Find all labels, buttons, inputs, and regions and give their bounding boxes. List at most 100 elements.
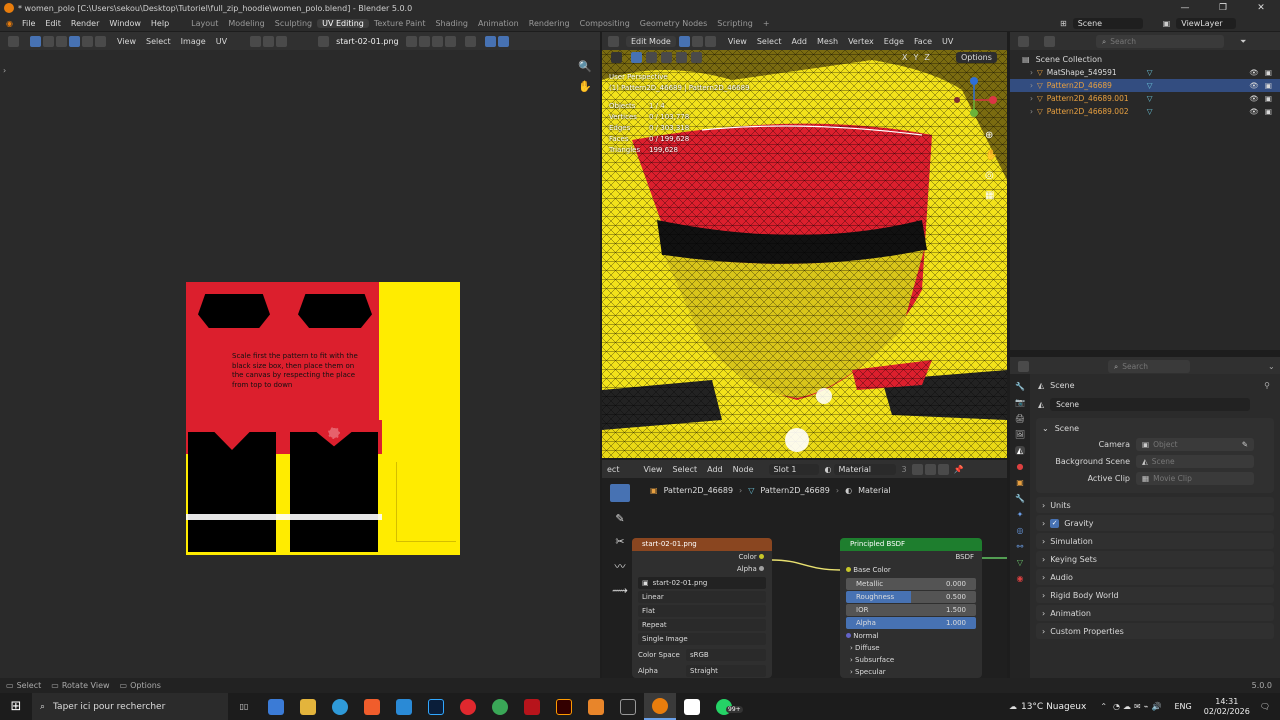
panel-checkbox[interactable]: ✓ [1050, 518, 1060, 528]
image-datablock[interactable]: ▣ start-02-01.png [638, 577, 766, 589]
hand-pan-icon[interactable]: ✋ [578, 80, 592, 93]
outliner-item-3[interactable]: › ▽ Pattern2D_46689.002 ▽ 👁 ▣ [1010, 105, 1280, 118]
tab-modeling[interactable]: Modeling [223, 19, 269, 28]
blender-taskbar-icon[interactable] [644, 693, 676, 720]
principled-bsdf-node[interactable]: Principled BSDF BSDF Base Color Metallic… [840, 538, 982, 678]
active-clip-field[interactable]: ▦ Movie Clip [1136, 472, 1254, 485]
task-view-icon[interactable]: ▯▯ [228, 693, 260, 720]
material-name-field[interactable]: Material [833, 464, 896, 475]
sync-selection-icon[interactable] [30, 36, 41, 47]
material-unlink-icon[interactable] [937, 464, 949, 475]
visibility-eye-icon[interactable]: 👁 [1249, 68, 1259, 77]
render-tab-icon[interactable]: 📷 [1015, 398, 1025, 407]
image-texture-node[interactable]: start-02-01.png Color Alpha ▣ start-02-01… [632, 538, 772, 678]
projection-dropdown[interactable]: Flat [638, 605, 766, 617]
opera-icon[interactable] [452, 693, 484, 720]
windows-start-button[interactable]: ⊞ [0, 693, 32, 720]
uv-image-name[interactable]: start-02-01.png [330, 37, 405, 46]
viewport-zoom-icon[interactable]: ⊕ [985, 130, 993, 141]
tab-sculpting[interactable]: Sculpting [270, 19, 317, 28]
vp-menu-add[interactable]: Add [787, 37, 813, 46]
menu-help[interactable]: Help [146, 19, 174, 28]
properties-search[interactable]: ⌕ Search [1108, 360, 1190, 373]
edge-mode-icon[interactable] [691, 36, 703, 47]
uv-menu-uv[interactable]: UV [211, 37, 232, 46]
overlay-icon[interactable] [497, 36, 509, 47]
panel-custom-properties[interactable]: › ✓ Custom Properties [1036, 623, 1274, 639]
vp-menu-mesh[interactable]: Mesh [812, 37, 843, 46]
alpha-socket-icon[interactable] [759, 566, 764, 571]
filezilla-icon[interactable] [516, 693, 548, 720]
outliner-editor-type-icon[interactable] [1018, 36, 1029, 47]
zoom-icon[interactable]: 🔍 [578, 60, 592, 73]
island-select-icon[interactable] [82, 36, 93, 47]
particles-tab-icon[interactable]: ✦ [1017, 510, 1024, 519]
alpha-mode-dropdown[interactable]: Straight [686, 665, 766, 677]
material-sphere-icon[interactable]: ◐ [825, 465, 832, 474]
2d-cursor-icon[interactable] [328, 427, 340, 439]
tab-uv-editing[interactable]: UV Editing [317, 19, 369, 28]
pivot-icon[interactable] [250, 36, 262, 47]
select-invert-icon[interactable] [676, 52, 687, 63]
panel-rigid-body-world[interactable]: › ✓ Rigid Body World [1036, 587, 1274, 603]
annotate-tool-icon[interactable]: ✎ [615, 512, 624, 525]
visibility-eye-icon[interactable]: 👁 [1249, 107, 1259, 116]
open-image-icon[interactable] [431, 36, 443, 47]
render-camera-icon[interactable]: ▣ [1265, 81, 1272, 90]
blender-menu-icon[interactable]: ◉ [6, 19, 13, 28]
camera-view-icon[interactable]: ◎ [985, 170, 994, 181]
node-menu-select[interactable]: Select [667, 465, 702, 474]
node-menu-node[interactable]: Node [728, 465, 759, 474]
axis-x-toggle[interactable]: X [902, 53, 907, 62]
options-dropdown[interactable]: Options [956, 52, 997, 63]
maximize-button[interactable]: ❐ [1204, 0, 1242, 16]
tab-compositing[interactable]: Compositing [575, 19, 635, 28]
render-camera-icon[interactable]: ▣ [1265, 94, 1272, 103]
uv-menu-image[interactable]: Image [176, 37, 211, 46]
notifications-icon[interactable]: 🗨 [1260, 702, 1270, 711]
scene-collection-row[interactable]: ▤ Scene Collection [1010, 52, 1280, 66]
uv-menu-select[interactable]: Select [141, 37, 176, 46]
metallic-slider[interactable]: Metallic 0.000 [846, 578, 976, 590]
axis-y-toggle[interactable]: Y [913, 53, 918, 62]
world-tab-icon[interactable]: ● [1017, 462, 1024, 471]
vp-menu-uv[interactable]: UV [937, 37, 958, 46]
output-tab-icon[interactable]: 🖨 [1015, 414, 1025, 423]
menu-render[interactable]: Render [66, 19, 104, 28]
store-icon[interactable] [260, 693, 292, 720]
visibility-eye-icon[interactable]: 👁 [1249, 94, 1259, 103]
tab-texture-paint[interactable]: Texture Paint [369, 19, 431, 28]
visibility-eye-icon[interactable]: 👁 [1249, 81, 1259, 90]
tab-geometry-nodes[interactable]: Geometry Nodes [635, 19, 712, 28]
link-tool-icon[interactable]: ✂ [615, 535, 624, 548]
data-tab-icon[interactable]: ▽ [1017, 558, 1023, 567]
select-extend-icon[interactable] [646, 52, 657, 63]
select-intersect-icon[interactable] [691, 52, 702, 63]
camera-field[interactable]: ▣ Object ✎ [1136, 438, 1254, 451]
snap-icon[interactable] [263, 36, 275, 47]
render-camera-icon[interactable]: ▣ [1265, 68, 1272, 77]
material-fake-user-icon[interactable] [911, 464, 923, 475]
alpha-slider[interactable]: Alpha 1.000 [846, 617, 976, 629]
ior-slider[interactable]: IOR 1.500 [846, 604, 976, 616]
brave-browser-icon[interactable] [356, 693, 388, 720]
material-tab-icon[interactable]: ◉ [1017, 574, 1024, 583]
file-explorer-icon[interactable] [292, 693, 324, 720]
clock[interactable]: 14:31 02/02/2026 [1204, 697, 1250, 717]
language-indicator[interactable]: ENG [1174, 702, 1191, 711]
mode-selector[interactable]: Edit Mode [626, 36, 676, 47]
view-layer-selector[interactable]: ViewLayer [1176, 18, 1237, 29]
new-image-icon[interactable] [418, 36, 430, 47]
panel-animation[interactable]: › ✓ Animation [1036, 605, 1274, 621]
menu-window[interactable]: Window [104, 19, 146, 28]
modifier-tab-icon[interactable]: 🔧 [1015, 494, 1025, 503]
tab-layout[interactable]: Layout [186, 19, 223, 28]
tool-tab-icon[interactable]: 🔧 [1015, 382, 1025, 391]
pin-icon[interactable]: ⚲ [1264, 381, 1270, 390]
scene-name-field[interactable]: Scene [1050, 397, 1251, 411]
edge-select-icon[interactable] [56, 36, 67, 47]
tab-animation[interactable]: Animation [473, 19, 524, 28]
panel-gravity[interactable]: › ✓ Gravity [1036, 515, 1274, 531]
sidebar-toggle-icon[interactable]: › [3, 66, 6, 75]
capcut-icon[interactable] [676, 693, 708, 720]
